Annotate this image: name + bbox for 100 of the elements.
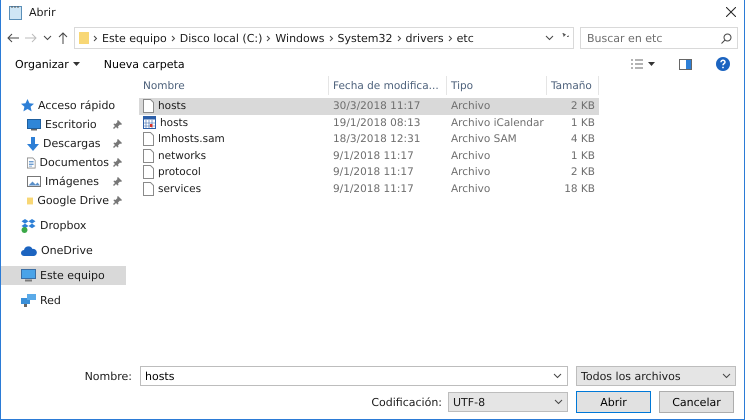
breadcrumb-item[interactable]: Windows: [275, 32, 324, 44]
desktop-icon: [27, 118, 41, 130]
type-cell-text: Archivo: [450, 100, 492, 112]
sidebar-label: Dropbox: [40, 219, 88, 232]
caret-icon: [554, 399, 563, 405]
open-button[interactable]: Abrir: [576, 391, 651, 413]
file-name: lmhosts.sam: [158, 133, 225, 146]
computer-icon: [21, 269, 36, 282]
pin-icon[interactable]: [113, 177, 122, 186]
organize-button[interactable]: Organizar: [15, 58, 80, 70]
back-icon[interactable]: [7, 33, 19, 43]
date-cell-text: 9/1/2018 11:17: [332, 150, 415, 162]
chevron-icon: [328, 34, 334, 42]
up-icon[interactable]: [58, 32, 68, 44]
encoding-dropdown[interactable]: UTF-8: [448, 392, 568, 412]
name-label: Nombre:: [84, 370, 132, 382]
date-cell-text: 30/3/2018 11:17: [332, 100, 422, 112]
sidebar-label: Descargas: [43, 137, 102, 150]
view-options-icon[interactable]: [631, 59, 655, 69]
size-cell-text: 1 KB: [570, 150, 596, 162]
pin-icon[interactable]: [113, 158, 122, 167]
sidebar-item[interactable]: Imágenes: [1, 172, 126, 191]
document-icon: [27, 156, 36, 170]
type-cell-text: Archivo iCalendar: [450, 116, 545, 129]
column-header[interactable]: Fecha de modifica...: [329, 76, 447, 95]
type-cell-text: Archivo: [450, 150, 492, 162]
pin-icon[interactable]: [113, 120, 122, 129]
file-icon: [143, 148, 154, 163]
chevron-icon: [170, 34, 176, 42]
recent-caret-icon: [43, 35, 52, 41]
size-cell-text: 2 KB: [570, 100, 596, 112]
folder-icon: [79, 32, 89, 44]
sidebar-item[interactable]: Este equipo: [1, 266, 126, 285]
file-name-field[interactable]: hosts: [140, 366, 568, 386]
address-bar[interactable]: Este equipo Disco local (C:) Windows System32 drivers etc: [74, 27, 574, 49]
type-cell-text: Archivo: [450, 166, 492, 178]
search-icon: [721, 32, 732, 44]
download-icon: [27, 136, 39, 150]
file-row[interactable]: hosts 19/1/2018 08:13 Archivo iCalendar 1 KB: [139, 114, 599, 131]
file-row[interactable]: hosts 30/3/2018 11:17 Archivo 2 KB: [139, 98, 599, 114]
caret-icon: [72, 62, 80, 66]
file-row[interactable]: services 9/1/2018 11:17 Archivo 18 KB: [139, 180, 599, 197]
file-icon: [143, 182, 154, 196]
sidebar-label: OneDrive: [41, 244, 94, 257]
file-icon: [143, 99, 154, 114]
file-name: protocol: [158, 166, 201, 178]
cloud-icon: [21, 246, 37, 256]
star-icon: [21, 99, 34, 112]
cancel-button[interactable]: Cancelar: [659, 391, 734, 413]
network-icon: [21, 294, 36, 307]
breadcrumb-item[interactable]: drivers: [406, 32, 444, 44]
sidebar-item[interactable]: Dropbox: [1, 216, 126, 235]
file-icon: [143, 132, 154, 146]
sidebar-label: Google Drive: [37, 194, 109, 207]
file-row[interactable]: networks 9/1/2018 11:17 Archivo 1 KB: [139, 148, 599, 164]
chevron-icon: [266, 34, 272, 42]
sidebar-item[interactable]: Red: [1, 291, 126, 310]
type-cell-text: Archivo: [450, 182, 492, 195]
file-name: networks: [158, 150, 206, 162]
size-cell-text: 4 KB: [570, 133, 596, 146]
file-name: hosts: [160, 116, 188, 129]
pin-icon[interactable]: [113, 139, 122, 148]
file-row[interactable]: protocol 9/1/2018 11:17 Archivo 2 KB: [139, 164, 599, 180]
sidebar-item[interactable]: Descargas: [1, 134, 126, 153]
encoding-label: Codificación:: [371, 396, 442, 408]
sidebar-item[interactable]: OneDrive: [1, 241, 126, 260]
size-cell-text: 18 KB: [563, 182, 596, 195]
sidebar-item[interactable]: Documentos: [1, 153, 126, 172]
close-icon[interactable]: [726, 7, 736, 17]
column-header[interactable]: Nombre: [139, 76, 329, 95]
sidebar-label: Documentos: [40, 156, 109, 169]
sidebar-item[interactable]: Escritorio: [1, 115, 126, 134]
column-header[interactable]: Tipo: [447, 76, 547, 95]
preview-pane-icon[interactable]: [679, 58, 692, 70]
chevron-icon: [396, 34, 402, 42]
search-field[interactable]: Buscar en etc: [580, 27, 738, 49]
file-name: hosts: [158, 100, 186, 112]
window-title: Abrir: [29, 6, 57, 18]
image-icon: [27, 176, 41, 187]
file-row[interactable]: lmhosts.sam 18/3/2018 12:31 Archivo SAM 4 KB: [139, 131, 599, 148]
dropdown-caret-icon: [545, 35, 554, 41]
column-header[interactable]: Tamaño: [547, 76, 599, 95]
caret-icon: [722, 373, 731, 379]
sidebar-item[interactable]: Google Drive: [1, 191, 126, 210]
pin-icon[interactable]: [113, 196, 122, 205]
help-icon[interactable]: [716, 57, 730, 71]
file-type-dropdown[interactable]: Todos los archivos: [576, 366, 736, 386]
date-cell-text: 9/1/2018 11:17: [332, 166, 415, 178]
caret-icon: [553, 373, 562, 379]
new-folder-button[interactable]: Nueva carpeta: [104, 58, 185, 70]
breadcrumb-item[interactable]: Disco local (C:): [180, 32, 262, 44]
date-cell-text: 9/1/2018 11:17: [332, 182, 415, 195]
sidebar-label: Este equipo: [40, 269, 106, 282]
size-cell-text: 1 KB: [570, 116, 596, 129]
breadcrumb-item[interactable]: Este equipo: [102, 32, 167, 44]
sidebar-item[interactable]: Acceso rápido: [1, 96, 126, 115]
breadcrumb-item[interactable]: System32: [338, 32, 393, 44]
breadcrumb-item[interactable]: etc: [456, 32, 474, 44]
type-cell-text: Archivo SAM: [450, 133, 518, 146]
file-name: services: [158, 182, 202, 195]
